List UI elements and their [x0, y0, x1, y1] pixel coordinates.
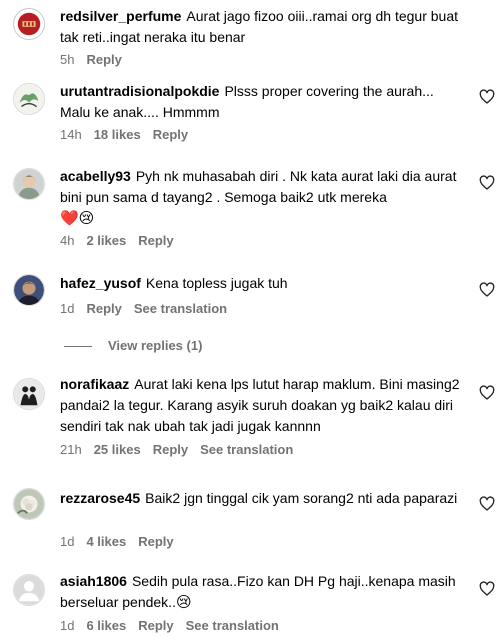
avatar[interactable] — [13, 574, 45, 606]
avatar[interactable] — [13, 488, 45, 520]
see-translation-button[interactable]: See translation — [134, 301, 227, 316]
heart-outline-icon[interactable] — [479, 385, 495, 401]
view-replies-label: View replies (1) — [108, 338, 203, 353]
avatar[interactable] — [13, 378, 45, 410]
emoji-crying: 😢 — [175, 594, 192, 611]
heart-outline-icon[interactable] — [479, 496, 495, 512]
heart-outline-icon[interactable] — [479, 581, 495, 597]
reply-button[interactable]: Reply — [138, 233, 173, 248]
likes-count[interactable]: 4 likes — [86, 534, 126, 549]
comment-username[interactable]: redsilver_perfume — [60, 8, 181, 24]
reply-button[interactable]: Reply — [86, 52, 121, 67]
comment-meta: 5h Reply — [60, 52, 134, 67]
comment-text-block: redsilver_perfume Aurat jago fizoo oiii..… — [60, 6, 460, 48]
emoji-heart-crying: ❤️😢 — [60, 210, 95, 227]
avatar[interactable] — [13, 8, 45, 40]
heart-outline-icon[interactable] — [479, 175, 495, 191]
comment-username[interactable]: asiah1806 — [60, 573, 127, 589]
likes-count[interactable]: 6 likes — [86, 618, 126, 633]
comment-meta: 4h 2 likes Reply — [60, 233, 186, 248]
comment-time: 5h — [60, 52, 75, 67]
likes-count[interactable]: 18 likes — [94, 127, 141, 142]
comment-text-block: norafikaaz Aurat laki kena lps lutut hara… — [60, 374, 460, 437]
comment-time: 4h — [60, 233, 75, 248]
comment-username[interactable]: norafikaaz — [60, 376, 129, 392]
comment-username[interactable]: hafez_yusof — [60, 275, 141, 291]
see-translation-button[interactable]: See translation — [186, 618, 279, 633]
reply-button[interactable]: Reply — [153, 442, 188, 457]
comment-text-block: urutantradisionalpokdie Plsss proper cove… — [60, 81, 460, 123]
heart-outline-icon[interactable] — [479, 89, 495, 105]
comment-meta: 1d Reply See translation — [60, 301, 239, 316]
comment-time: 1d — [60, 534, 75, 549]
comment-text-block: rezzarose45 Baik2 jgn tinggal cik yam sor… — [60, 488, 460, 509]
comment-time: 1d — [60, 618, 75, 633]
reply-button[interactable]: Reply — [138, 618, 173, 633]
avatar[interactable] — [13, 168, 45, 200]
comment-body: Baik2 jgn tinggal cik yam sorang2 nti ad… — [145, 490, 458, 506]
heart-outline-icon[interactable] — [479, 282, 495, 298]
see-translation-button[interactable]: See translation — [200, 442, 293, 457]
reply-button[interactable]: Reply — [86, 301, 121, 316]
avatar[interactable] — [13, 83, 45, 115]
reply-button[interactable]: Reply — [153, 127, 188, 142]
comment-username[interactable]: urutantradisionalpokdie — [60, 83, 219, 99]
comment-text-block: asiah1806 Sedih pula rasa..Fizo kan DH Pg… — [60, 571, 460, 613]
comment-body: Kena topless jugak tuh — [145, 275, 288, 291]
avatar[interactable] — [13, 274, 45, 306]
comment-meta: 14h 18 likes Reply — [60, 127, 200, 142]
comment-meta: 1d 4 likes Reply — [60, 534, 186, 549]
reply-button[interactable]: Reply — [138, 534, 173, 549]
comment-time: 1d — [60, 301, 75, 316]
comment-time: 21h — [60, 442, 82, 457]
replies-divider-line — [64, 346, 92, 348]
comment-meta: 21h 25 likes Reply See translation — [60, 442, 305, 457]
view-replies-button[interactable]: View replies (1) — [60, 338, 202, 354]
comment-text-block: acabelly93 Pyh nk muhasabah diri . Nk kat… — [60, 166, 460, 229]
comment-username[interactable]: acabelly93 — [60, 168, 131, 184]
comment-username[interactable]: rezzarose45 — [60, 490, 140, 506]
likes-count[interactable]: 25 likes — [94, 442, 141, 457]
comment-text-block: hafez_yusof Kena topless jugak tuh — [60, 273, 460, 294]
likes-count[interactable]: 2 likes — [86, 233, 126, 248]
comment-meta: 1d 6 likes Reply See translation — [60, 618, 291, 633]
comment-time: 14h — [60, 127, 82, 142]
